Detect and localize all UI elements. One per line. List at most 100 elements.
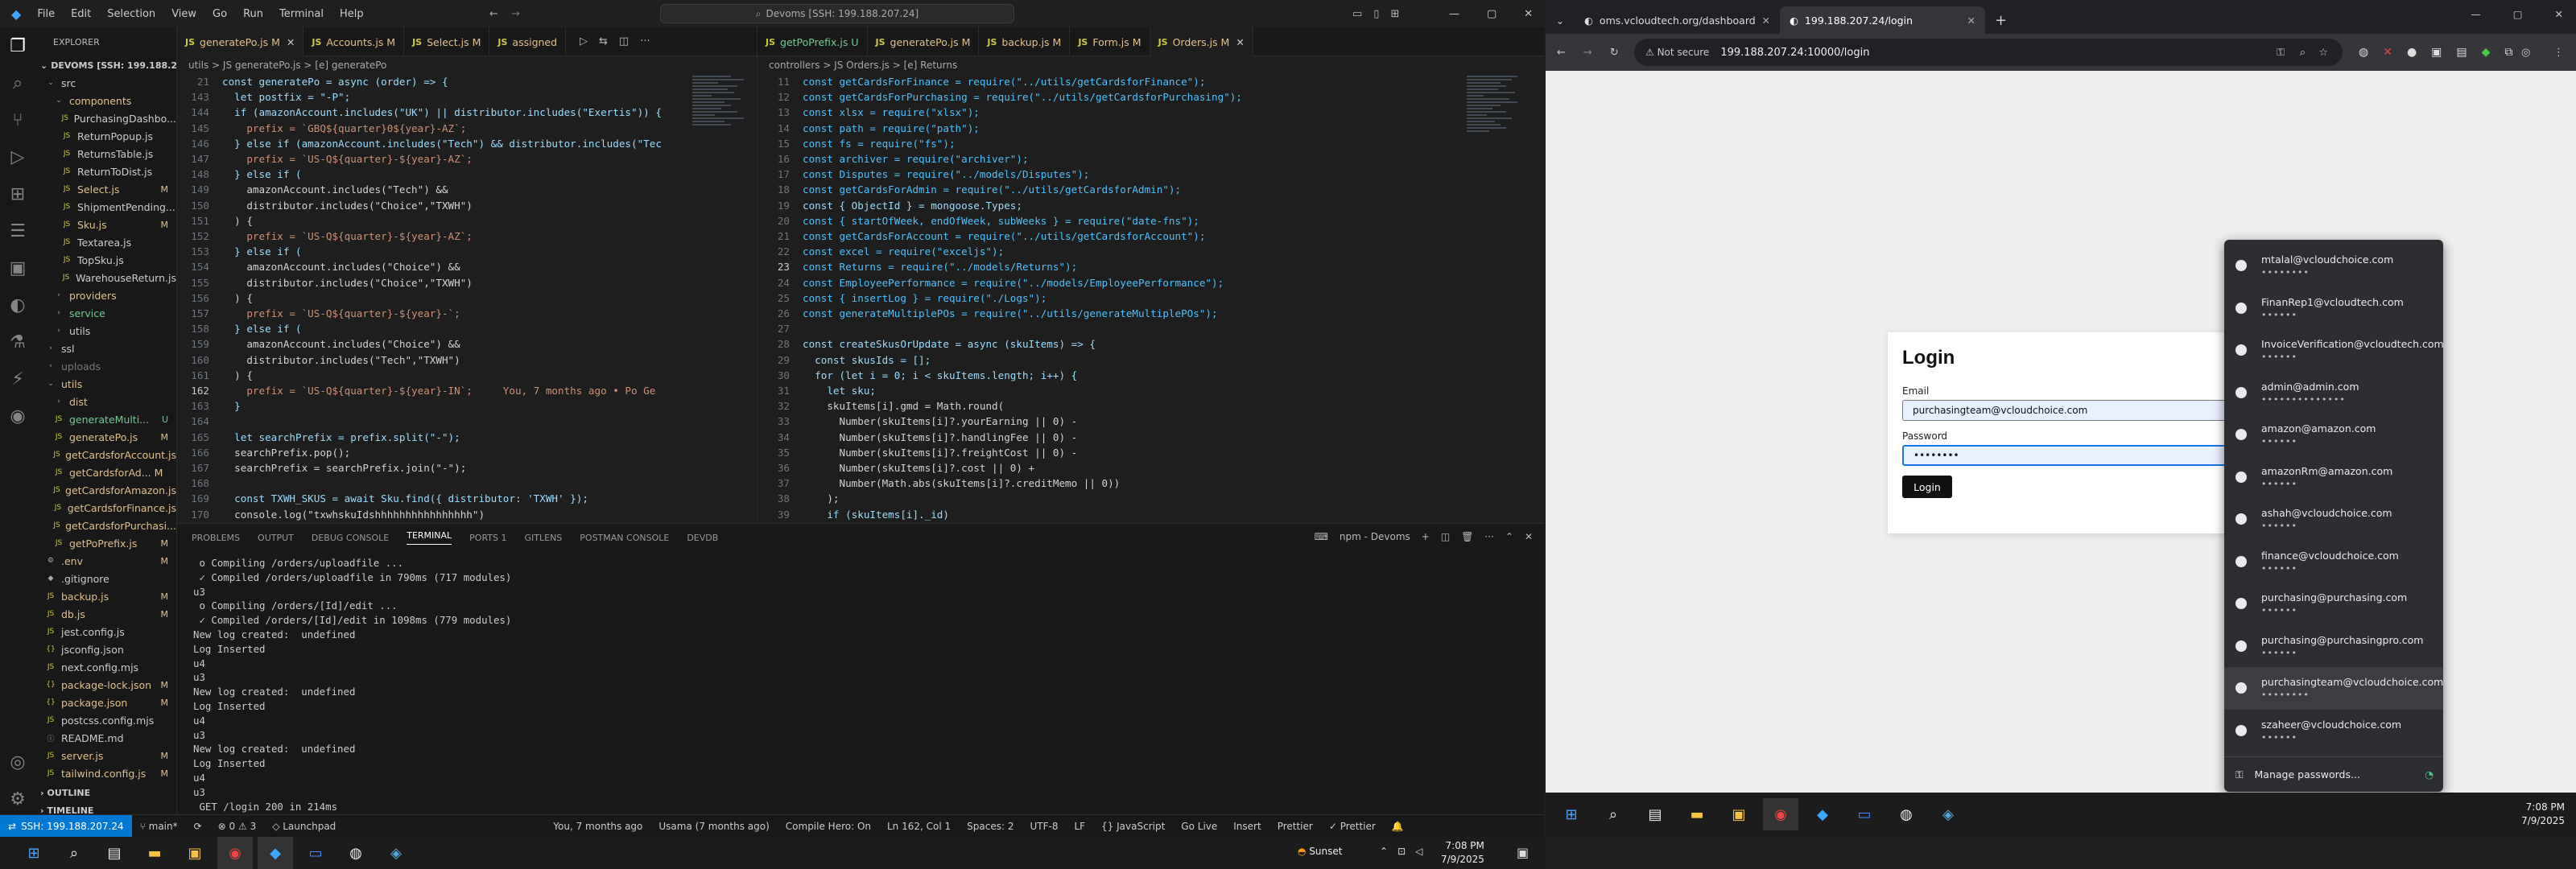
code-line[interactable]: Number(skuItems[i]?.cost || 0) + [803, 460, 1034, 476]
code-line[interactable]: for (let i = 0; i < skuItems.length; i++… [803, 368, 1077, 383]
extension-icon[interactable]: ▣ [2431, 46, 2442, 59]
editor-tab[interactable]: JS Accounts.js M [303, 27, 405, 56]
code-line[interactable]: let sku; [803, 383, 876, 398]
code-line[interactable]: const getCardsForFinance = require("../u… [803, 74, 1205, 89]
start-windows-icon[interactable]: ⊞ [16, 837, 52, 869]
file-tree-item[interactable]: JS Sku.js M [35, 216, 176, 233]
source-control-icon[interactable]: ⑂ [0, 101, 35, 138]
close-tab-icon[interactable]: ✕ [1967, 14, 1975, 27]
right-minimap[interactable] [1467, 74, 1523, 523]
editor-tab[interactable]: JS generatePo.js M ✕ [177, 27, 304, 56]
code-line[interactable]: amazonAccount.includes("Choice") && [222, 336, 460, 352]
menu-item[interactable]: Edit [63, 8, 99, 20]
file-tree-item[interactable]: JS WarehouseReturn.js [35, 269, 176, 286]
command-center[interactable]: ⌕ Devoms [SSH: 199.188.207.24] [660, 4, 1014, 23]
tab-search-icon[interactable]: ⌄ [1546, 6, 1575, 34]
code-line[interactable]: const fs = require("fs"); [803, 136, 956, 151]
saved-password-item[interactable]: purchasingteam@vcloudchoice.com •••••••• [2224, 667, 2443, 710]
file-tree-item[interactable]: JS next.config.mjs [35, 658, 176, 676]
code-line[interactable]: prefix = `US-Q${quarter}-${year}-`; [222, 306, 460, 321]
eol[interactable]: LF [1066, 821, 1093, 832]
code-line[interactable]: const archiver = require("archiver"); [803, 151, 1029, 167]
code-line[interactable]: const path = require("path"); [803, 121, 980, 136]
remote-indicator[interactable]: ⇄ SSH: 199.188.207.24 [0, 814, 132, 838]
file-tree-item[interactable]: JS PurchasingDashbo... [35, 109, 176, 127]
code-line[interactable]: const getCardsForAdmin = require("../uti… [803, 182, 1181, 197]
file-tree-item[interactable]: JS jest.config.js [35, 623, 176, 640]
file-explorer-icon[interactable]: ▬ [137, 837, 172, 869]
forward-arrow-icon[interactable]: → [511, 8, 520, 20]
explorer-icon[interactable]: ❐ [0, 27, 35, 64]
cursor-position[interactable]: Ln 162, Col 1 [879, 821, 959, 832]
code-line[interactable]: Number(Math.abs(skuItems[i]?.creditMemo … [803, 476, 1120, 491]
close-icon[interactable]: ✕ [2555, 8, 2563, 20]
file-tree-item[interactable]: JS Textarea.js [35, 233, 176, 251]
panel-tab[interactable]: PROBLEMS [192, 533, 240, 543]
not-secure-badge[interactable]: ⚠ Not secure [1645, 47, 1709, 58]
back-arrow-icon[interactable]: ← [489, 8, 498, 20]
file-tree-item[interactable]: JS db.js M [35, 605, 176, 623]
file-tree-item[interactable]: › ssl [35, 340, 176, 357]
author-indicator[interactable]: Usama (7 months ago) [650, 821, 777, 832]
file-tree-item[interactable]: JS getCardsforPurchasi... [35, 517, 176, 534]
address-bar[interactable]: ⚠ Not secure 199.188.207.24:10000/login … [1634, 39, 2343, 66]
code-line[interactable]: const EmployeePerformance = require("../… [803, 275, 1224, 290]
zoom-icon[interactable]: ⌕ [2300, 47, 2306, 59]
extension-icon[interactable]: ✕ [2383, 46, 2392, 59]
saved-password-item[interactable]: admin@admin.com •••••••••••••• [2224, 372, 2443, 414]
menu-item[interactable]: Go [204, 8, 235, 20]
code-line[interactable]: Number(skuItems[i]?.yourEarning || 0) - [803, 414, 1077, 429]
workspace-root[interactable]: ⌄DEVOMS [SSH: 199.188.20... [35, 56, 176, 74]
forward-icon[interactable]: → [1583, 47, 1592, 59]
branch-indicator[interactable]: ⑂ main* [132, 821, 186, 832]
extension-icon[interactable]: ▤ [2456, 46, 2467, 59]
vscode-icon[interactable]: ◆ [1805, 798, 1840, 830]
terminal-output[interactable]: o Compiling /orders/uploadfile ... ✓ Com… [193, 556, 511, 828]
file-tree-item[interactable]: JS generatePo.js M [35, 428, 176, 446]
menu-item[interactable]: File [29, 8, 63, 20]
code-line[interactable]: prefix = `GBQ${quarter}0${year}-AZ`; [222, 121, 466, 136]
saved-password-item[interactable]: purchasing@purchasingpro.com •••••• [2224, 625, 2443, 668]
file-tree-item[interactable]: JS ReturnPopup.js [35, 127, 176, 145]
new-terminal-icon[interactable]: + [1422, 531, 1430, 542]
code-line[interactable]: const createSkusOrUpdate = async (skuIte… [803, 336, 1096, 352]
app-icon[interactable]: ◈ [1930, 798, 1966, 830]
code-line[interactable]: const generateMultiplePOs = require("../… [803, 306, 1218, 321]
editor-tab[interactable]: JS backup.js M [979, 27, 1071, 56]
compare-icon[interactable]: ⇆ [599, 35, 608, 47]
reload-icon[interactable]: ↻ [1610, 47, 1619, 59]
panel-tab[interactable]: POSTMAN CONSOLE [580, 533, 669, 543]
code-line[interactable]: ) { [222, 213, 253, 229]
search-icon[interactable]: ⌕ [1596, 798, 1631, 830]
file-tree-item[interactable]: JS ShipmentPending... [35, 198, 176, 216]
app-icon[interactable]: ◍ [338, 837, 374, 869]
file-tree-item[interactable]: JS tailwind.config.js M [35, 764, 176, 782]
manage-passwords-button[interactable]: ⚿ Manage passwords... ◔ [2224, 756, 2443, 792]
file-tree-item[interactable]: JS getCardsforFinance.js [35, 499, 176, 517]
code-line[interactable]: const TXWH_SKUS = await Sku.find({ distr… [222, 491, 588, 506]
tab-dashboard[interactable]: ◐ oms.vcloudtech.org/dashboard ✕ [1575, 6, 1780, 34]
file-tree-item[interactable]: ⌄ components [35, 92, 176, 109]
left-minimap[interactable] [692, 74, 757, 523]
new-tab-icon[interactable]: + [1985, 6, 2007, 34]
customize-layout-icon[interactable]: ⊞ [1390, 8, 1399, 20]
start-windows-icon[interactable]: ⊞ [1554, 798, 1589, 830]
editor-tab[interactable]: JS generatePo.js M [868, 27, 980, 56]
code-line[interactable]: const { ObjectId } = mongoose.Types; [803, 198, 1022, 213]
database-icon[interactable]: ☰ [0, 212, 35, 249]
file-tree-item[interactable]: JS getCardsforAd... M [35, 463, 176, 481]
code-line[interactable]: distributor.includes("Tech","TXWH") [222, 352, 460, 368]
code-line[interactable]: if (amazonAccount.includes("UK") || dist… [222, 105, 662, 120]
search-icon[interactable]: ⌕ [0, 64, 35, 101]
saved-password-item[interactable]: mtalal@vcloudchoice.com •••••••• [2224, 245, 2443, 287]
task-view-icon[interactable]: ▤ [1637, 798, 1673, 830]
code-line[interactable]: const Returns = require("../models/Retur… [803, 259, 1077, 274]
file-tree-item[interactable]: JS getCardsforAccount.js [35, 446, 176, 463]
code-line[interactable]: distributor.includes("Choice","TXWH") [222, 275, 473, 290]
file-tree-item[interactable]: JS postcss.config.mjs [35, 711, 176, 729]
volume-icon[interactable]: ◁ [1415, 846, 1422, 857]
split-editor-icon[interactable]: ◫ [619, 35, 629, 47]
code-line[interactable]: let postfix = "-P"; [222, 89, 350, 105]
tray-clock[interactable]: 7:08 PM 7/9/2025 [1441, 839, 1484, 867]
saved-password-item[interactable]: purchasing@purchasing.com •••••• [2224, 583, 2443, 625]
